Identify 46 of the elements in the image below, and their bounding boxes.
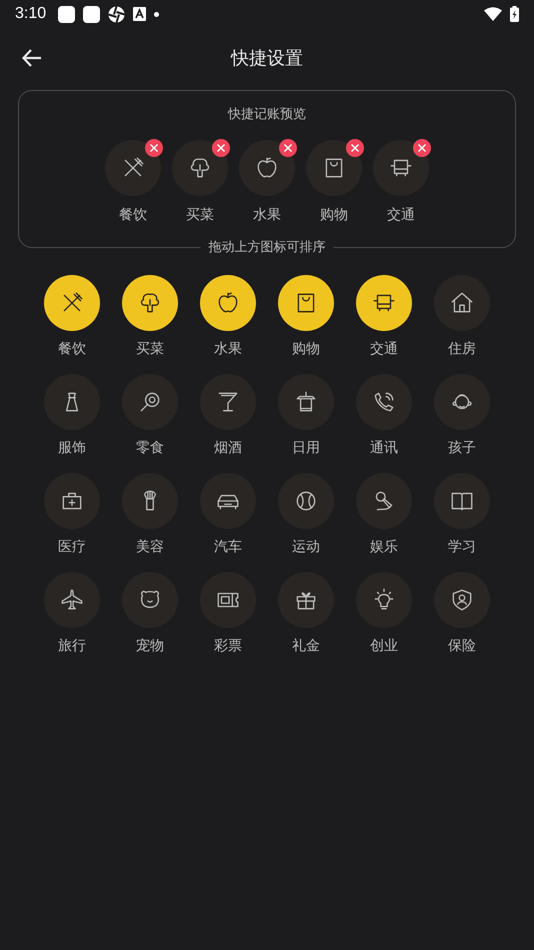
category-label: 日用 bbox=[292, 438, 320, 457]
category-label: 宠物 bbox=[136, 636, 164, 655]
category-label: 水果 bbox=[214, 339, 242, 358]
category-label: 美容 bbox=[136, 537, 164, 556]
category-label: 汽车 bbox=[214, 537, 242, 556]
category-label: 通讯 bbox=[370, 438, 398, 457]
remove-icon[interactable] bbox=[346, 139, 364, 157]
category-label: 运动 bbox=[292, 537, 320, 556]
page-title: 快捷设置 bbox=[231, 46, 303, 70]
preview-title: 快捷记账预览 bbox=[228, 105, 306, 123]
notification-icon bbox=[83, 6, 100, 22]
category-label: 旅行 bbox=[58, 636, 86, 655]
preview-category-label: 水果 bbox=[253, 205, 281, 224]
preview-category-label: 买菜 bbox=[186, 205, 214, 224]
category-label: 购物 bbox=[292, 339, 320, 358]
keyboard-icon bbox=[133, 7, 146, 21]
category-label: 保险 bbox=[448, 636, 476, 655]
remove-icon[interactable] bbox=[413, 139, 431, 157]
wifi-icon bbox=[484, 7, 502, 21]
category-label: 彩票 bbox=[214, 636, 242, 655]
category-label: 零食 bbox=[136, 438, 164, 457]
back-arrow-icon bbox=[22, 49, 42, 67]
aperture-icon bbox=[108, 6, 126, 22]
status-time: 3:10 bbox=[15, 4, 46, 24]
category-label: 医疗 bbox=[58, 537, 86, 556]
category-label: 烟酒 bbox=[214, 438, 242, 457]
category-label: 娱乐 bbox=[370, 537, 398, 556]
preview-category-label: 交通 bbox=[387, 205, 415, 224]
category-label: 交通 bbox=[370, 339, 398, 358]
remove-icon[interactable] bbox=[212, 139, 230, 157]
remove-icon[interactable] bbox=[279, 139, 297, 157]
dot-icon bbox=[154, 12, 160, 16]
category-label: 学习 bbox=[448, 537, 476, 556]
category-label: 创业 bbox=[370, 636, 398, 655]
remove-icon[interactable] bbox=[145, 139, 163, 157]
category-label: 餐饮 bbox=[58, 339, 86, 358]
category-label: 礼金 bbox=[292, 636, 320, 655]
category-label: 买菜 bbox=[136, 339, 164, 358]
category-label: 住房 bbox=[448, 339, 476, 358]
preview-category-label: 购物 bbox=[320, 205, 348, 224]
battery-icon bbox=[510, 6, 519, 22]
category-label: 服饰 bbox=[58, 438, 86, 457]
sort-hint: 拖动上方图标可排序 bbox=[200, 238, 334, 256]
preview-category-label: 餐饮 bbox=[119, 205, 147, 224]
notification-icon bbox=[58, 6, 76, 22]
category-label: 孩子 bbox=[448, 438, 476, 457]
